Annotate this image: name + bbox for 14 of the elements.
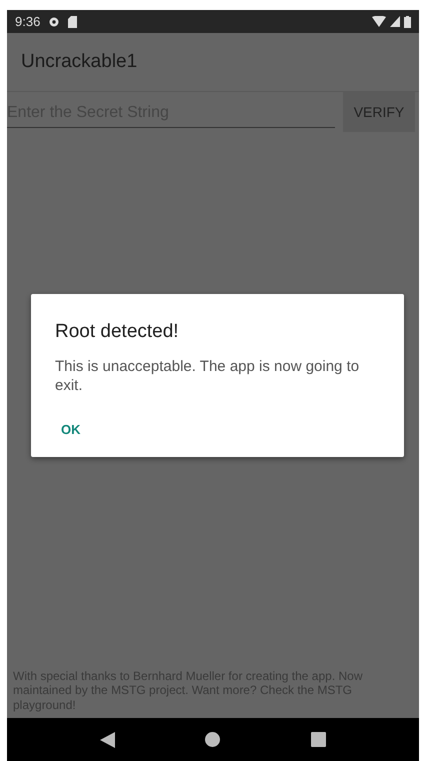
home-icon[interactable] — [205, 732, 220, 747]
wifi-icon — [372, 16, 386, 27]
dialog-message: This is unacceptable. The app is now going to exit. — [55, 356, 360, 396]
battery-icon — [404, 16, 411, 28]
back-icon[interactable] — [100, 732, 116, 748]
sd-card-icon — [68, 16, 78, 28]
dialog-title: Root detected! — [55, 320, 180, 344]
ok-button[interactable]: OK — [55, 414, 86, 445]
gear-icon — [48, 16, 60, 28]
signal-icon — [390, 16, 400, 27]
status-time: 9:36 — [15, 12, 40, 31]
app-title: Uncrackable1 — [21, 50, 138, 74]
verify-button[interactable]: VERIFY — [343, 92, 415, 132]
recents-icon[interactable] — [310, 732, 326, 747]
